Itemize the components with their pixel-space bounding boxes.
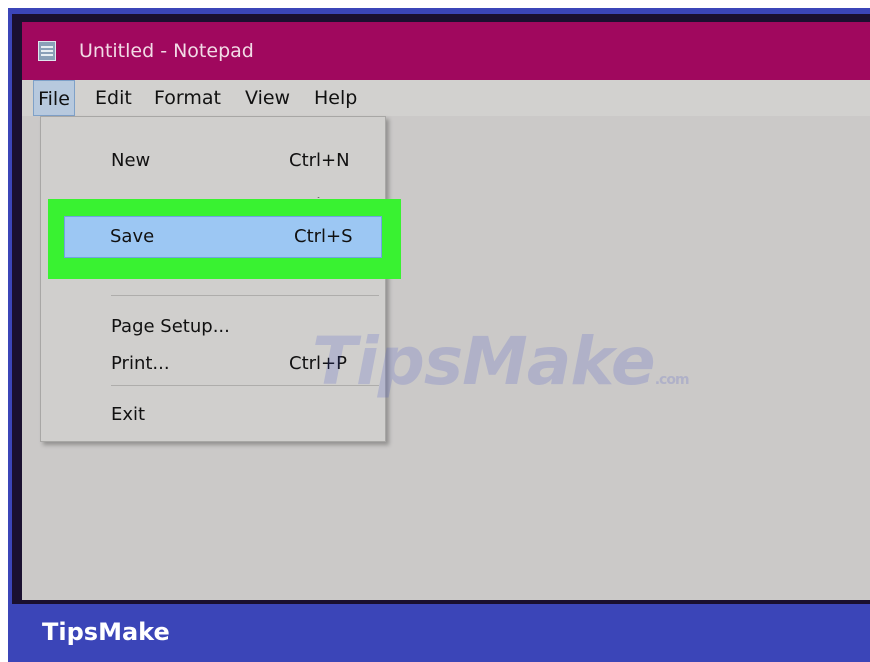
menu-item-label: Print... (111, 353, 170, 374)
watermark-text: TipsMake (312, 323, 656, 400)
window-title: Untitled - Notepad (79, 40, 254, 62)
menu-help[interactable]: Help (314, 80, 357, 116)
tipsmake-watermark: TipsMake.com (312, 329, 690, 413)
notepad-icon (38, 41, 56, 61)
menu-file[interactable]: File (33, 80, 75, 116)
menu-item-save[interactable]: Save Ctrl+S (64, 216, 382, 258)
menu-item-label: Exit (111, 404, 146, 425)
menu-item-label: New (111, 150, 151, 171)
menu-format[interactable]: Format (154, 80, 221, 116)
menu-item-shortcut: Ctrl+O (289, 188, 350, 198)
menu-item-shortcut: Ctrl+S (294, 226, 353, 247)
menu-item-label: Page Setup... (111, 316, 230, 337)
menu-view[interactable]: View (245, 80, 290, 116)
menu-item-label: Save (110, 226, 155, 247)
footer-brand: TipsMake (42, 618, 170, 646)
title-bar: Untitled - Notepad (22, 22, 870, 80)
menu-item-label: Open... (111, 188, 176, 198)
menu-item-open[interactable]: Open... Ctrl+O (41, 180, 385, 198)
menu-item-new[interactable]: New Ctrl+N (41, 143, 385, 179)
menu-edit[interactable]: Edit (95, 80, 132, 116)
watermark-suffix: .com (654, 372, 690, 388)
menu-bar: File Edit Format View Help (22, 80, 870, 116)
menu-separator (111, 295, 379, 296)
notepad-window: Untitled - Notepad File Edit Format View… (22, 22, 870, 600)
menu-item-shortcut: Ctrl+N (289, 150, 350, 171)
